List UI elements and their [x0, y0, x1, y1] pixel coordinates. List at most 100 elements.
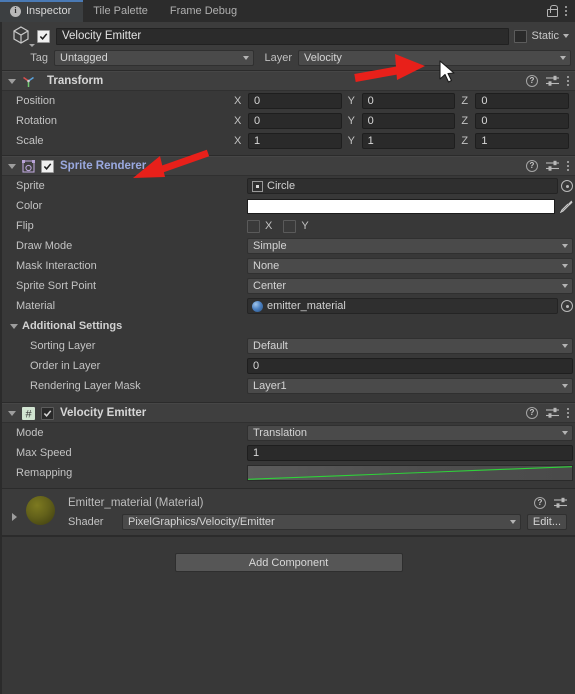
- position-z-input[interactable]: 0: [475, 93, 570, 109]
- kebab-menu-icon[interactable]: [567, 76, 569, 86]
- sorting-layer-dropdown[interactable]: Default: [247, 338, 573, 354]
- shader-edit-button[interactable]: Edit...: [526, 513, 567, 530]
- gameobject-enabled-checkbox[interactable]: [37, 29, 50, 43]
- tag-dropdown[interactable]: Untagged: [54, 49, 254, 66]
- transform-header[interactable]: Transform ?: [2, 71, 575, 91]
- position-z-value: 0: [481, 95, 488, 107]
- axis-y-label: Y: [347, 95, 356, 107]
- foldout-arrow-icon[interactable]: [8, 163, 16, 169]
- position-y-input[interactable]: 0: [361, 93, 456, 109]
- sprite-renderer-header[interactable]: Sprite Renderer ?: [2, 156, 575, 176]
- material-preview-thumbnail: [22, 494, 58, 526]
- tab-frame-debug[interactable]: Frame Debug: [160, 0, 249, 22]
- foldout-arrow-icon[interactable]: [8, 78, 16, 84]
- foldout-arrow-icon[interactable]: [10, 323, 18, 329]
- remapping-curve-field[interactable]: [247, 465, 573, 481]
- preset-settings-icon[interactable]: [546, 160, 559, 172]
- flip-y-checkbox[interactable]: [283, 219, 297, 233]
- chevron-down-icon: [562, 384, 568, 388]
- sprite-object-field[interactable]: Circle: [247, 178, 558, 194]
- kebab-menu-icon[interactable]: [567, 161, 569, 171]
- help-icon[interactable]: ?: [534, 497, 546, 509]
- material-asset-block: Emitter_material (Material) Shader Pixel…: [2, 489, 575, 536]
- sprite-sort-point-value: Center: [253, 280, 287, 292]
- scale-x-input[interactable]: 1: [248, 133, 342, 149]
- sprite-object-picker-icon[interactable]: [561, 180, 573, 192]
- preset-settings-icon[interactable]: [546, 407, 559, 419]
- rotation-y-input[interactable]: 0: [361, 113, 456, 129]
- tab-tile-palette-label: Tile Palette: [93, 5, 148, 17]
- static-checkbox[interactable]: [514, 29, 528, 43]
- rotation-z-input[interactable]: 0: [475, 113, 570, 129]
- scale-label: Scale: [16, 135, 44, 147]
- max-speed-input[interactable]: 1: [247, 445, 573, 461]
- scale-vector: X 1 Y 1 Z 1: [234, 133, 575, 149]
- help-icon[interactable]: ?: [526, 160, 538, 172]
- tab-bar: i Inspector Tile Palette Frame Debug: [0, 0, 575, 22]
- shader-label: Shader: [68, 515, 104, 528]
- order-in-layer-input[interactable]: 0: [247, 358, 573, 374]
- foldout-arrow-icon[interactable]: [8, 410, 16, 416]
- inspector-body: Velocity Emitter Static Tag Untagged Lay…: [0, 22, 575, 694]
- additional-settings-foldout[interactable]: Additional Settings: [2, 316, 575, 336]
- sprite-sort-point-row: Sprite Sort Point Center: [2, 276, 575, 296]
- sprite-renderer-enabled-checkbox[interactable]: [41, 159, 54, 173]
- scale-y-input[interactable]: 1: [361, 133, 456, 149]
- sprite-field-area: Circle: [247, 178, 575, 194]
- kebab-menu-icon[interactable]: [567, 408, 569, 418]
- axis-x-label: X: [234, 95, 242, 107]
- preset-settings-icon[interactable]: [554, 497, 567, 509]
- position-x-input[interactable]: 0: [248, 93, 342, 109]
- flip-x-checkbox[interactable]: [247, 219, 260, 233]
- tab-inspector[interactable]: i Inspector: [0, 0, 84, 22]
- help-icon[interactable]: ?: [526, 407, 538, 419]
- mask-interaction-row: Mask Interaction None: [2, 256, 575, 276]
- shader-dropdown[interactable]: PixelGraphics/Velocity/Emitter: [122, 513, 521, 530]
- kebab-menu-icon[interactable]: [565, 6, 567, 16]
- max-speed-field-area: 1: [247, 445, 575, 461]
- sprite-renderer-icon: [21, 159, 36, 174]
- layer-dropdown[interactable]: Velocity: [298, 49, 571, 66]
- rendering-layer-mask-dropdown[interactable]: Layer1: [247, 378, 573, 394]
- material-object-field[interactable]: emitter_material: [247, 298, 558, 314]
- scale-z-input[interactable]: 1: [475, 133, 570, 149]
- lock-icon[interactable]: [546, 5, 558, 17]
- additional-settings-label: Additional Settings: [22, 320, 123, 332]
- rotation-x-input[interactable]: 0: [248, 113, 342, 129]
- draw-mode-value: Simple: [253, 240, 287, 252]
- rendering-layer-mask-label: Rendering Layer Mask: [30, 380, 141, 392]
- flip-field-area: X Y: [247, 219, 575, 233]
- gameobject-cube-icon[interactable]: [9, 25, 35, 47]
- material-value: emitter_material: [267, 300, 346, 312]
- draw-mode-dropdown[interactable]: Simple: [247, 238, 573, 254]
- chevron-down-icon: [562, 264, 568, 268]
- mask-interaction-dropdown[interactable]: None: [247, 258, 573, 274]
- gameobject-name-input[interactable]: Velocity Emitter: [56, 27, 510, 45]
- mask-field-area: None: [247, 258, 575, 274]
- velocity-emitter-enabled-checkbox[interactable]: [41, 406, 54, 420]
- max-speed-row: Max Speed 1: [2, 443, 575, 463]
- static-dropdown-icon[interactable]: [563, 34, 569, 38]
- color-swatch[interactable]: [247, 198, 555, 214]
- chevron-down-icon: [562, 244, 568, 248]
- help-icon[interactable]: ?: [526, 75, 538, 87]
- material-object-picker-icon[interactable]: [561, 300, 573, 312]
- chevron-down-icon: [562, 284, 568, 288]
- sprite-sort-point-dropdown[interactable]: Center: [247, 278, 573, 294]
- tab-bar-actions: [546, 0, 575, 22]
- sprite-label: Sprite: [16, 180, 45, 192]
- preset-settings-icon[interactable]: [546, 75, 559, 87]
- velocity-emitter-header[interactable]: # Velocity Emitter ?: [2, 403, 575, 423]
- transform-position-row: Position X 0 Y 0 Z 0: [2, 91, 575, 111]
- render-mask-field-area: Layer1: [247, 378, 575, 394]
- shader-value: PixelGraphics/Velocity/Emitter: [128, 515, 275, 528]
- axis-y-label: Y: [347, 135, 356, 147]
- rotation-x: X 0: [234, 113, 348, 129]
- add-component-button[interactable]: Add Component: [174, 553, 403, 572]
- mode-dropdown[interactable]: Translation: [247, 425, 573, 441]
- eyedropper-icon[interactable]: [559, 199, 573, 214]
- sorting-layer-value: Default: [253, 340, 288, 352]
- rotation-z: Z 0: [461, 113, 575, 129]
- foldout-arrow-icon[interactable]: [12, 513, 17, 521]
- tab-tile-palette[interactable]: Tile Palette: [83, 0, 160, 22]
